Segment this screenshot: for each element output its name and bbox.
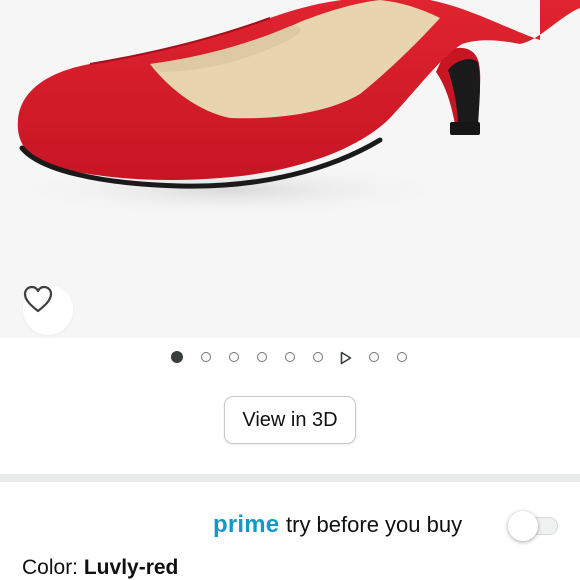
color-label: Color:	[22, 556, 84, 579]
view-in-3d-button[interactable]: View in 3D	[224, 396, 356, 444]
prime-try-before-you-buy: prime try before you buy	[0, 505, 580, 545]
try-before-you-buy-toggle[interactable]	[508, 511, 558, 541]
section-divider	[0, 474, 580, 482]
carousel-dot-2[interactable]	[201, 352, 211, 362]
wishlist-button[interactable]	[23, 285, 73, 335]
product-image-gallery[interactable]	[0, 0, 580, 338]
color-selection: Color: Luvly-red	[22, 556, 178, 580]
carousel-dot-1[interactable]	[171, 351, 183, 363]
color-value: Luvly-red	[83, 556, 179, 579]
carousel-indicators	[0, 349, 580, 369]
heart-outline-icon	[23, 285, 53, 313]
carousel-dot-8[interactable]	[369, 352, 379, 362]
toggle-knob	[508, 511, 538, 541]
product-image[interactable]	[0, 0, 580, 338]
view-in-3d-label: View in 3D	[242, 408, 338, 431]
carousel-dot-5[interactable]	[285, 352, 295, 362]
carousel-dot-6[interactable]	[313, 352, 323, 362]
carousel-dot-3[interactable]	[229, 352, 239, 362]
try-before-you-buy-text: try before you buy	[286, 512, 463, 537]
carousel-dot-9[interactable]	[397, 352, 407, 362]
prime-logo: prime	[213, 511, 280, 538]
video-play-icon[interactable]	[340, 351, 352, 365]
carousel-dot-4[interactable]	[257, 352, 267, 362]
